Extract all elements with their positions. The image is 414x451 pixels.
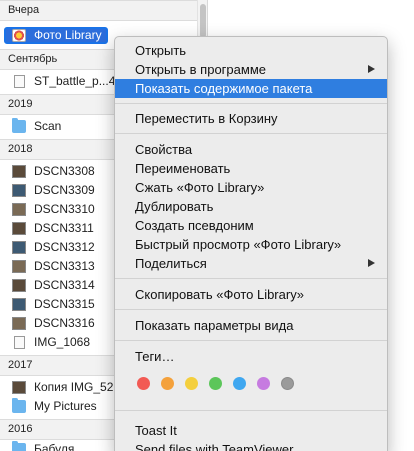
list-item-label: IMG_1068 bbox=[34, 335, 91, 349]
menu-item-make-alias[interactable]: Создать псевдоним bbox=[115, 216, 387, 235]
photo-icon bbox=[12, 279, 26, 292]
tag-color-dot[interactable] bbox=[257, 377, 270, 390]
photos-library-icon bbox=[12, 29, 26, 42]
menu-separator bbox=[115, 309, 387, 310]
document-icon bbox=[14, 75, 25, 88]
folder-icon bbox=[12, 398, 26, 413]
list-item-label: DSCN3310 bbox=[34, 202, 95, 216]
submenu-arrow-icon bbox=[368, 259, 375, 267]
menu-separator bbox=[115, 278, 387, 279]
list-item-label: DSCN3313 bbox=[34, 259, 95, 273]
list-item-label: DSCN3311 bbox=[34, 221, 94, 235]
photo-icon bbox=[12, 222, 26, 235]
list-item-label: ST_battle_p...4 bbox=[34, 74, 116, 88]
list-item-label: My Pictures bbox=[34, 399, 97, 413]
menu-item-quick-look[interactable]: Быстрый просмотр «Фото Library» bbox=[115, 235, 387, 254]
tag-color-dot[interactable] bbox=[161, 377, 174, 390]
tag-color-dot[interactable] bbox=[185, 377, 198, 390]
photo-icon bbox=[12, 298, 26, 311]
photo-icon bbox=[12, 165, 26, 178]
list-item-label: Фото Library bbox=[34, 28, 102, 42]
menu-item-duplicate[interactable]: Дублировать bbox=[115, 197, 387, 216]
context-menu: Открыть Открыть в программе Показать сод… bbox=[114, 36, 388, 451]
tag-color-dot[interactable] bbox=[209, 377, 222, 390]
tag-color-dot[interactable] bbox=[233, 377, 246, 390]
submenu-arrow-icon bbox=[368, 65, 375, 73]
photo-icon bbox=[12, 184, 26, 197]
photo-icon bbox=[12, 260, 26, 273]
photo-icon bbox=[12, 317, 26, 330]
menu-separator bbox=[115, 103, 387, 104]
menu-separator bbox=[115, 340, 387, 341]
photo-icon bbox=[12, 381, 26, 394]
folder-icon bbox=[12, 441, 26, 451]
document-icon bbox=[14, 336, 25, 349]
photo-icon bbox=[12, 203, 26, 216]
menu-item-rename[interactable]: Переименовать bbox=[115, 159, 387, 178]
section-header-yesterday: Вчера bbox=[0, 0, 197, 21]
list-item-label: Копия IMG_52 bbox=[34, 380, 114, 394]
menu-separator bbox=[115, 410, 387, 411]
menu-item-open[interactable]: Открыть bbox=[115, 41, 387, 60]
tag-color-dot[interactable] bbox=[281, 377, 294, 390]
menu-item-send-teamviewer[interactable]: Send files with TeamViewer bbox=[115, 440, 387, 451]
menu-item-show-package-contents[interactable]: Показать содержимое пакета bbox=[115, 79, 387, 98]
menu-item-compress[interactable]: Сжать «Фото Library» bbox=[115, 178, 387, 197]
menu-item-share[interactable]: Поделиться bbox=[115, 254, 387, 273]
menu-item-open-with[interactable]: Открыть в программе bbox=[115, 60, 387, 79]
menu-item-move-to-trash[interactable]: Переместить в Корзину bbox=[115, 109, 387, 128]
menu-item-tags[interactable]: Теги… bbox=[115, 347, 387, 366]
list-item-label: DSCN3316 bbox=[34, 316, 95, 330]
menu-item-show-view-options[interactable]: Показать параметры вида bbox=[115, 316, 387, 335]
list-item-label: DSCN3314 bbox=[34, 278, 95, 292]
list-item-label: DSCN3315 bbox=[34, 297, 95, 311]
list-item-label: DSCN3308 bbox=[34, 164, 95, 178]
menu-item-toast-it[interactable]: Toast It bbox=[115, 421, 387, 440]
menu-item-label: Поделиться bbox=[135, 256, 207, 271]
menu-item-get-info[interactable]: Свойства bbox=[115, 140, 387, 159]
photo-icon bbox=[12, 241, 26, 254]
list-item-label: Бабуля bbox=[34, 442, 75, 451]
list-item-label: Scan bbox=[34, 119, 62, 133]
scrollbar-thumb[interactable] bbox=[200, 4, 206, 38]
list-item-label: DSCN3309 bbox=[34, 183, 95, 197]
folder-icon bbox=[12, 118, 26, 133]
list-item-label: DSCN3312 bbox=[34, 240, 95, 254]
menu-item-label: Открыть в программе bbox=[135, 62, 266, 77]
tag-color-dot[interactable] bbox=[137, 377, 150, 390]
menu-item-copy[interactable]: Скопировать «Фото Library» bbox=[115, 285, 387, 304]
menu-separator bbox=[115, 133, 387, 134]
